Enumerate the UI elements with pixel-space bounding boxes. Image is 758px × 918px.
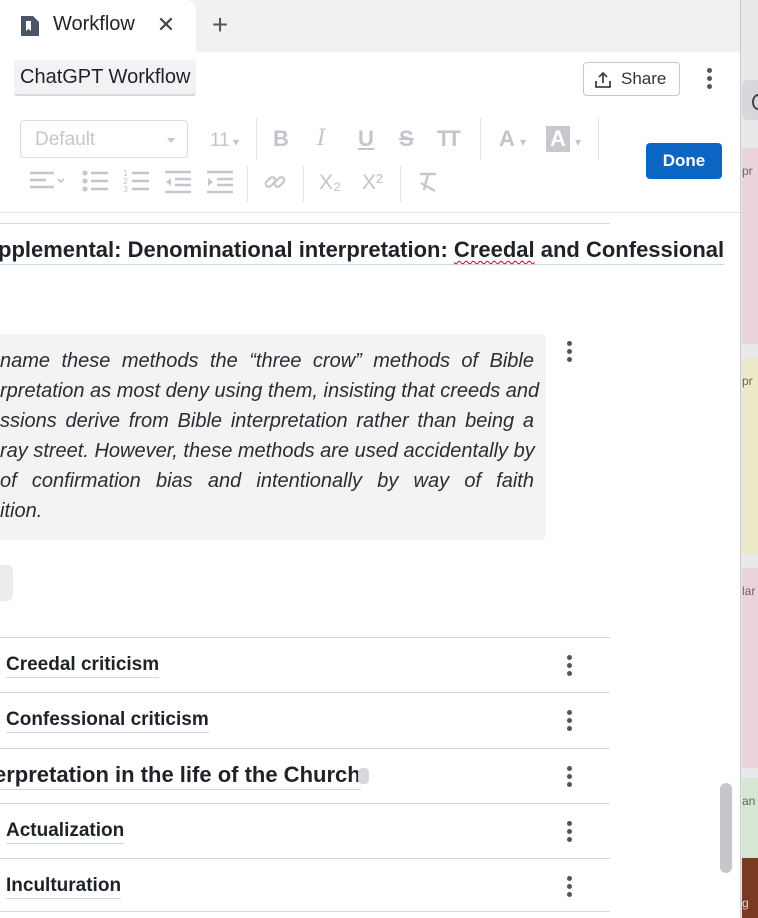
row-options-icon[interactable] [567, 710, 573, 734]
row-options-icon[interactable] [567, 655, 573, 679]
list-item-label: Creedal criticism [6, 654, 160, 678]
share-button[interactable]: Share [583, 62, 680, 96]
section-heading[interactable]: pplemental: Denominational interpretatio… [0, 237, 725, 265]
background-tab[interactable] [742, 80, 758, 120]
background-image: g [742, 858, 758, 918]
document-header: ChatGPT Workflow Share [0, 52, 740, 109]
background-card: pr [742, 358, 758, 554]
background-card: pr [742, 148, 758, 344]
quote-text: name these methods the “three crow” meth… [0, 350, 540, 522]
style-value: Default [35, 129, 96, 150]
divider [0, 223, 610, 224]
font-color-caret: ▾ [520, 135, 527, 149]
highlight-caret: ▾ [575, 135, 582, 149]
list-item[interactable]: Actualization [0, 803, 610, 859]
collapse-indicator[interactable] [358, 768, 369, 784]
divider [0, 911, 610, 912]
row-options-icon[interactable] [567, 876, 573, 900]
document-icon [21, 16, 39, 36]
background-card: lar [742, 568, 758, 768]
clear-formatting-icon[interactable] [418, 171, 440, 193]
list-item-label: erpretation in the life of the Church [0, 762, 361, 790]
superscript-button[interactable]: X² [362, 170, 383, 196]
increase-indent-icon[interactable] [207, 170, 233, 194]
document-title-input[interactable]: ChatGPT Workflow [14, 60, 197, 96]
list-item-label: Actualization [6, 820, 125, 844]
numbered-list-icon[interactable]: 123 [123, 168, 149, 194]
share-label: Share [621, 69, 667, 88]
tab-bar: Workflow ✕ + [0, 0, 740, 52]
bold-button[interactable]: B [273, 126, 289, 152]
format-toolbar: Default 11 ▾ B I U S TT A ▾ A ▾ 123 X₂ X… [0, 108, 740, 213]
align-icon[interactable] [30, 170, 66, 194]
close-icon[interactable]: ✕ [155, 13, 177, 37]
misspelled-word[interactable]: Creedal [454, 237, 535, 262]
list-item[interactable]: Inculturation [0, 858, 610, 914]
quote-options-icon[interactable] [567, 341, 573, 365]
link-icon[interactable] [264, 171, 286, 193]
list-item-label: Confessional criticism [6, 709, 209, 733]
quote-block[interactable]: name these methods the “three crow” meth… [0, 334, 546, 540]
strikethrough-button[interactable]: S [399, 126, 414, 152]
decrease-indent-icon[interactable] [165, 170, 191, 194]
list-item[interactable]: erpretation in the life of the Church [0, 748, 610, 804]
text-size-button[interactable]: TT [437, 126, 461, 152]
list-item[interactable]: Confessional criticism [0, 692, 610, 748]
font-color-button[interactable]: A [499, 126, 515, 152]
italic-button[interactable]: I [317, 126, 326, 152]
paragraph-style-select[interactable]: Default [20, 120, 188, 158]
collapsed-block[interactable] [0, 565, 13, 601]
highlight-button[interactable]: A [546, 126, 570, 152]
tab-title: Workflow [53, 13, 135, 35]
list-item-label: Inculturation [6, 875, 122, 899]
scrollbar-thumb[interactable] [720, 783, 732, 873]
background-card: an [742, 778, 758, 858]
new-tab-button[interactable]: + [206, 10, 234, 40]
share-icon [595, 71, 611, 88]
done-button[interactable]: Done [646, 143, 722, 179]
underline-button[interactable]: U [358, 126, 374, 152]
editor-window: Workflow ✕ + ChatGPT Workflow Share Defa… [0, 0, 741, 918]
row-options-icon[interactable] [567, 821, 573, 845]
list-item[interactable]: Creedal criticism [0, 637, 610, 693]
svg-text:3: 3 [123, 185, 128, 194]
document-body: pplemental: Denominational interpretatio… [0, 213, 740, 918]
bulleted-list-icon[interactable] [82, 170, 108, 194]
font-size-caret: ▾ [233, 135, 240, 149]
subscript-button[interactable]: X₂ [319, 170, 341, 196]
row-options-icon[interactable] [567, 766, 573, 790]
more-options-icon[interactable] [707, 68, 713, 92]
font-size-select[interactable]: 11 [210, 128, 230, 154]
tab-workflow[interactable]: Workflow ✕ [0, 0, 196, 52]
